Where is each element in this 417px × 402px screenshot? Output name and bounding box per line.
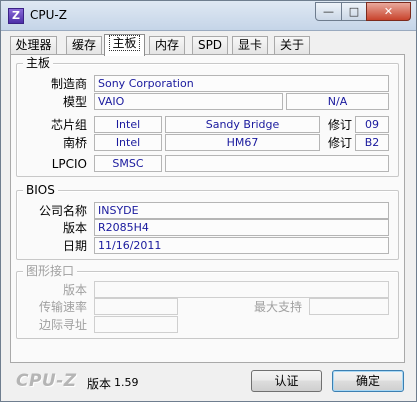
tab-graphics[interactable]: 显卡 bbox=[232, 36, 268, 55]
bios-brand-label: 公司名称 bbox=[38, 204, 87, 218]
model-revision-field: N/A bbox=[286, 93, 389, 110]
southbridge-revision-label: 修订 bbox=[327, 136, 352, 150]
tab-label: 显卡 bbox=[237, 38, 262, 52]
manufacturer-label: 制造商 bbox=[50, 77, 87, 91]
tab-label: 内存 bbox=[154, 38, 179, 52]
gi-link-width-label: 传输速率 bbox=[38, 300, 87, 314]
group-title: 图形接口 bbox=[23, 264, 78, 278]
cpu-z-logo-text: CPU-Z bbox=[16, 371, 77, 391]
lpcio-name-field bbox=[165, 155, 389, 172]
tab-label: SPD bbox=[197, 38, 223, 52]
tab-label: 处理器 bbox=[15, 38, 52, 52]
tab-about[interactable]: 关于 bbox=[274, 36, 310, 55]
tab-label: 主板 bbox=[109, 35, 140, 51]
bios-date-field: 11/16/2011 bbox=[94, 237, 389, 254]
southbridge-revision-field: B2 bbox=[355, 134, 389, 151]
minimize-button[interactable]: — bbox=[315, 2, 342, 21]
bios-date-label: 日期 bbox=[62, 239, 87, 253]
tab-caches[interactable]: 缓存 bbox=[66, 36, 102, 55]
chipset-revision-label: 修订 bbox=[327, 118, 352, 132]
gi-sideband-label: 边际寻址 bbox=[38, 318, 87, 332]
validate-button[interactable]: 认证 bbox=[251, 370, 322, 392]
group-title: BIOS bbox=[23, 183, 58, 197]
tab-cpu[interactable]: 处理器 bbox=[10, 36, 57, 55]
bios-version-field: R2085H4 bbox=[94, 219, 389, 236]
window-title: CPU-Z bbox=[30, 8, 67, 22]
southbridge-name-field: HM67 bbox=[165, 134, 320, 151]
bios-version-label: 版本 bbox=[62, 221, 87, 235]
model-label: 模型 bbox=[62, 95, 87, 109]
version-label: 版本 bbox=[87, 377, 112, 391]
version-number: 1.59 bbox=[114, 376, 139, 389]
tab-spd[interactable]: SPD bbox=[192, 36, 228, 55]
southbridge-label: 南桥 bbox=[62, 136, 87, 150]
group-title: 主板 bbox=[23, 56, 54, 70]
model-field: VAIO bbox=[94, 93, 283, 110]
lpcio-vendor-field: SMSC bbox=[94, 155, 162, 172]
gi-max-supported-label: 最大支持 bbox=[253, 300, 302, 314]
ok-button[interactable]: 确定 bbox=[332, 370, 404, 392]
chipset-vendor-field: Intel bbox=[94, 116, 162, 133]
tab-label: 缓存 bbox=[71, 38, 96, 52]
manufacturer-field: Sony Corporation bbox=[94, 75, 389, 92]
tab-label: 关于 bbox=[279, 38, 304, 52]
chipset-revision-field: 09 bbox=[355, 116, 389, 133]
gi-version-label: 版本 bbox=[62, 283, 87, 297]
gi-version-field bbox=[94, 281, 389, 298]
chipset-name-field: Sandy Bridge bbox=[165, 116, 320, 133]
gi-link-width-field bbox=[94, 298, 178, 315]
bios-brand-field: INSYDE bbox=[94, 202, 389, 219]
cpu-z-app-icon[interactable]: Z bbox=[8, 8, 24, 24]
tab-mainboard[interactable]: 主板 bbox=[104, 34, 145, 56]
close-button[interactable]: ✕ bbox=[366, 2, 411, 21]
gi-max-supported-field bbox=[309, 298, 389, 315]
title-bar[interactable]: Z CPU-Z — □ ✕ bbox=[1, 1, 416, 31]
chipset-label: 芯片组 bbox=[50, 118, 87, 132]
lpcio-label: LPCIO bbox=[51, 157, 87, 171]
gi-sideband-field bbox=[94, 316, 178, 333]
southbridge-vendor-field: Intel bbox=[94, 134, 162, 151]
tab-memory[interactable]: 内存 bbox=[149, 36, 185, 55]
maximize-button[interactable]: □ bbox=[341, 2, 367, 21]
